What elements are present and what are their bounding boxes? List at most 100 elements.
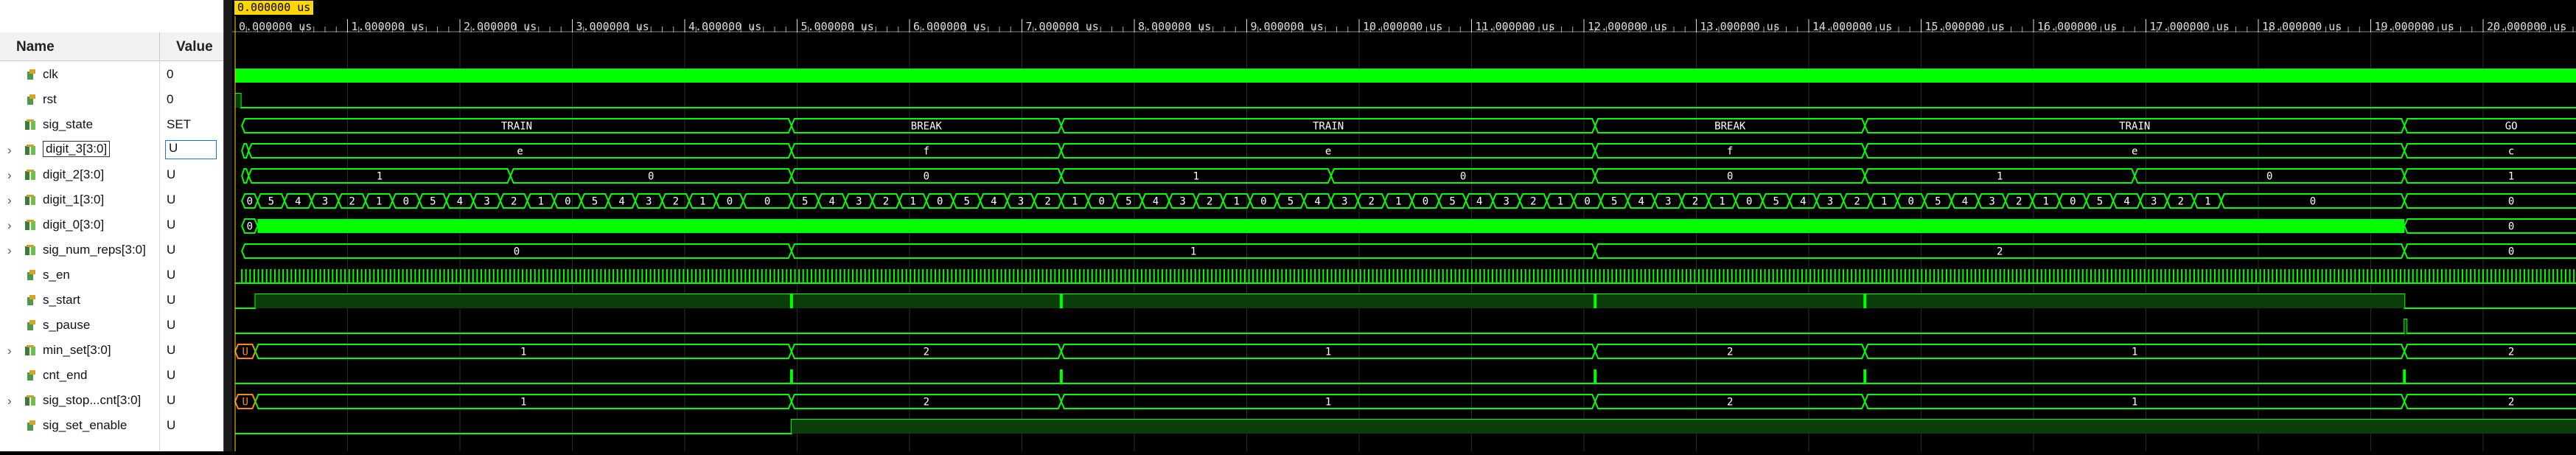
bus-wave-digit-3-3-0-[interactable]: efefec bbox=[241, 143, 2576, 159]
signal-name[interactable]: cnt_end bbox=[43, 368, 88, 383]
expand-chevron-icon[interactable]: › bbox=[7, 143, 12, 158]
value-column-header[interactable]: Value bbox=[160, 32, 223, 61]
bus-value-label: 0 bbox=[514, 246, 520, 258]
expand-chevron-icon[interactable]: › bbox=[7, 394, 12, 409]
bit-signal-icon bbox=[25, 69, 37, 81]
expand-chevron-icon[interactable]: › bbox=[7, 218, 12, 233]
signal-value: 0 bbox=[167, 67, 174, 81]
signal-row[interactable]: › digit_2[3:0] U bbox=[0, 163, 223, 188]
bus-wave-min-set-3-0-[interactable]: U 1 2 1 2 1 2 bbox=[234, 344, 2576, 359]
signal-name[interactable]: digit_0[3:0] bbox=[43, 218, 104, 232]
signal-name[interactable]: sig_num_reps[3:0] bbox=[43, 243, 146, 257]
bit-wave-s-start[interactable] bbox=[235, 294, 2576, 309]
bus-wave-digit-1-3-0-[interactable]: 0 5 4 3 2 1 0 5 4 3 2 1 0 5 4 3 2 1 0 0 5 4 3 2 1 0 5 4 3 2 1 0 5 4 3 2 1 0 5 4… bbox=[241, 193, 2576, 209]
value-header-label: Value bbox=[176, 39, 213, 55]
signal-value: U bbox=[167, 268, 176, 282]
signal-name[interactable]: clk bbox=[43, 67, 58, 82]
bit-wave-s-pause[interactable] bbox=[235, 319, 2576, 334]
bit-wave-s-en[interactable] bbox=[235, 269, 2576, 284]
bus-value-label: 3 bbox=[2151, 196, 2157, 208]
signal-row[interactable]: › min_set[3:0] U bbox=[0, 338, 223, 364]
signal-row[interactable]: s_pause U bbox=[0, 313, 223, 338]
signal-name[interactable]: sig_set_enable bbox=[43, 418, 127, 433]
signal-name[interactable]: sig_state bbox=[43, 117, 93, 132]
bus-wave-sig-state[interactable]: TRAIN BREAK TRAIN BREAK TRAIN GO bbox=[241, 118, 2576, 133]
bus-value-label: 1 bbox=[2205, 196, 2210, 208]
bus-value-label: 2 bbox=[1692, 196, 1698, 208]
bus-value-label: e bbox=[2132, 146, 2137, 158]
bus-value-label: 3 bbox=[1341, 196, 1347, 208]
tick-label: 5.000000 us bbox=[801, 20, 874, 33]
signal-row[interactable]: › digit_3[3:0] U bbox=[0, 138, 223, 163]
signal-name[interactable]: s_start bbox=[43, 293, 80, 308]
bus-wave-digit-0-3-0-[interactable]: 00 bbox=[241, 218, 2576, 234]
signal-value: U bbox=[167, 218, 176, 232]
bus-wave-sig-stop-cnt-3-0-[interactable]: U 1 2 1 2 1 2 bbox=[234, 394, 2576, 409]
bus-value-label: 5 bbox=[1449, 196, 1455, 208]
vector-signal-icon bbox=[25, 245, 37, 257]
signal-row[interactable]: sig_state SET bbox=[0, 113, 223, 138]
vector-signal-icon bbox=[25, 195, 37, 206]
waveform-svg[interactable]: 0.000000 us 1.000000 us 2.000000 us 3.00000… bbox=[232, 0, 2576, 451]
signal-row[interactable]: › sig_stop...cnt[3:0] U bbox=[0, 389, 223, 414]
bus-value-label: e bbox=[1325, 146, 1331, 158]
clock-trace bbox=[235, 69, 2576, 83]
bit-wave-clk[interactable] bbox=[235, 69, 2576, 83]
name-column-header[interactable]: Name bbox=[0, 32, 160, 61]
signal-row[interactable]: › digit_1[3:0] U bbox=[0, 188, 223, 213]
signal-row[interactable]: cnt_end U bbox=[0, 364, 223, 389]
bus-value-label: 2 bbox=[1207, 196, 1212, 208]
bus-segment bbox=[2404, 394, 2576, 409]
high-fill bbox=[791, 420, 2576, 434]
signal-row[interactable]: s_en U bbox=[0, 263, 223, 288]
tick-label: 11.000000 us bbox=[1476, 20, 1555, 33]
signal-row[interactable]: rst 0 bbox=[0, 88, 223, 113]
expand-chevron-icon[interactable]: › bbox=[7, 193, 12, 208]
signal-value: 0 bbox=[167, 92, 174, 106]
signal-name[interactable]: digit_3[3:0] bbox=[43, 141, 111, 157]
bus-value-label: 5 bbox=[430, 196, 436, 208]
bus-segment bbox=[241, 168, 250, 184]
signal-row[interactable]: › sig_num_reps[3:0] U bbox=[0, 238, 223, 263]
bus-wave-digit-2-3-0-[interactable]: 1 0 0 1 0 0 1 0 1 bbox=[241, 168, 2576, 184]
signal-row[interactable]: sig_set_enable U bbox=[0, 414, 223, 439]
bus-value-label: 1 bbox=[699, 196, 705, 208]
bus-value-label: 3 bbox=[1018, 196, 1024, 208]
signal-row[interactable]: clk 0 bbox=[0, 63, 223, 88]
signal-row[interactable]: s_start U bbox=[0, 288, 223, 313]
signal-name[interactable]: rst bbox=[43, 92, 57, 107]
signal-name[interactable]: s_en bbox=[43, 268, 70, 282]
signal-value: U bbox=[167, 192, 176, 206]
bus-value-label: 3 bbox=[1665, 196, 1671, 208]
expand-chevron-icon[interactable]: › bbox=[7, 168, 12, 183]
time-ruler[interactable]: 0.000000 us 1.000000 us 2.000000 us 3.00000… bbox=[232, 0, 2576, 33]
tick-label: 17.000000 us bbox=[2150, 20, 2230, 33]
bit-wave-sig-set-enable[interactable] bbox=[235, 419, 2576, 434]
bus-value-label: 1 bbox=[2132, 347, 2137, 358]
signal-name[interactable]: sig_stop...cnt[3:0] bbox=[43, 393, 141, 408]
bus-value-label: 0 bbox=[648, 171, 654, 183]
signal-name[interactable]: min_set[3:0] bbox=[43, 343, 111, 358]
bus-value-label: 0 bbox=[2508, 246, 2514, 258]
bus-value-label: 1 bbox=[1234, 196, 1240, 208]
signal-name[interactable]: digit_2[3:0] bbox=[43, 167, 104, 182]
expand-chevron-icon[interactable]: › bbox=[7, 344, 12, 358]
signal-row[interactable]: › digit_0[3:0] U bbox=[0, 213, 223, 238]
bus-value-label: 0 bbox=[2070, 196, 2076, 208]
waveform-canvas[interactable]: 0.000000 us 1.000000 us 2.000000 us 3.00000… bbox=[232, 0, 2576, 451]
bus-value-label: 0 bbox=[1584, 196, 1590, 208]
bus-value-label: 1 bbox=[377, 171, 383, 183]
bus-value-label: 2 bbox=[1044, 196, 1050, 208]
bit-wave-rst[interactable] bbox=[235, 93, 2576, 108]
signal-name[interactable]: s_pause bbox=[43, 318, 90, 333]
signal-name[interactable]: digit_1[3:0] bbox=[43, 192, 104, 207]
expand-chevron-icon[interactable]: › bbox=[7, 243, 12, 258]
bus-value-label: 5 bbox=[1611, 196, 1617, 208]
bit-wave-cnt-end[interactable] bbox=[235, 369, 2576, 384]
cursor-time-label[interactable]: 0.000000 us bbox=[234, 1, 314, 15]
bus-value-label: 5 bbox=[268, 196, 274, 208]
bus-value-label: 2 bbox=[1530, 196, 1536, 208]
signal-name-panel: Name Value clk 0 rst 0 sig_state SET › digit_3[… bbox=[0, 0, 223, 451]
bus-wave-sig-num-reps-3-0-[interactable]: 0 1 2 0 bbox=[241, 243, 2576, 259]
bus-value-label: 0 bbox=[1727, 171, 1733, 183]
